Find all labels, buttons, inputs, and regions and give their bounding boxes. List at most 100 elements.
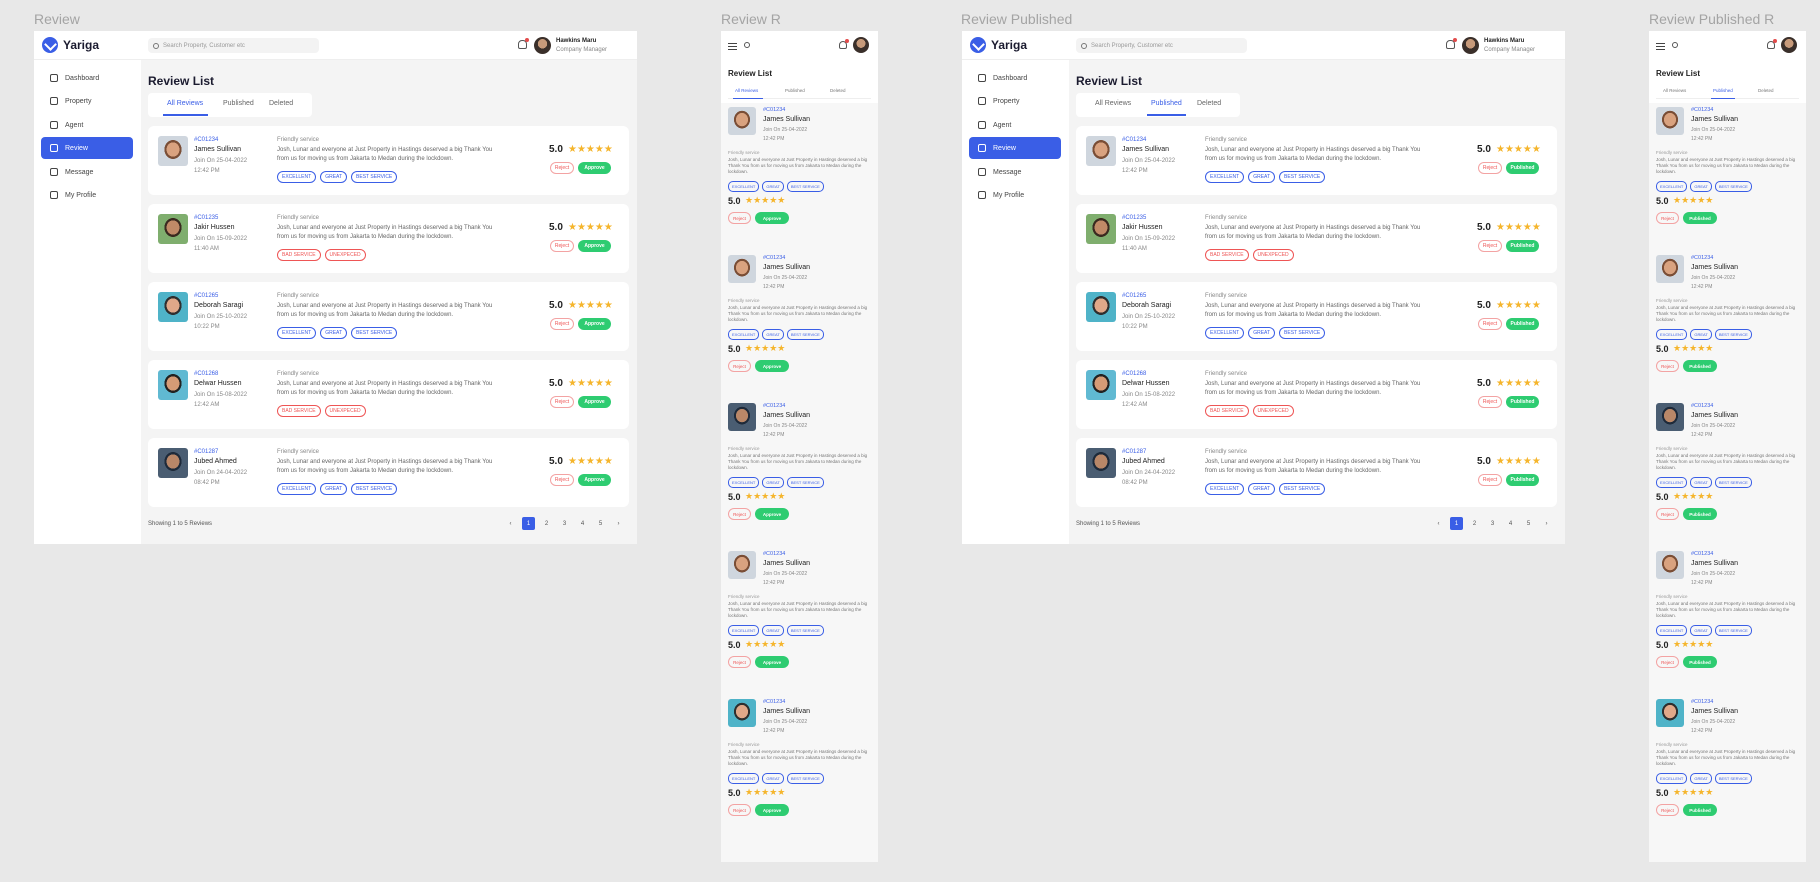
reject-button[interactable]: Reject (1478, 162, 1502, 174)
reject-button[interactable]: Reject (550, 474, 574, 486)
approve-button[interactable]: Approve (578, 162, 611, 174)
published-button[interactable]: Published (1683, 360, 1717, 372)
reject-button[interactable]: Reject (1656, 656, 1679, 668)
approve-button[interactable]: Approve (755, 360, 789, 372)
approve-button[interactable]: Approve (578, 474, 611, 486)
page-button[interactable]: 3 (558, 517, 571, 530)
avatar[interactable] (534, 37, 551, 54)
approve-button[interactable]: Approve (578, 396, 611, 408)
tab-all-reviews[interactable]: All Reviews (735, 88, 758, 93)
page-button[interactable]: 1 (522, 517, 535, 530)
reject-button[interactable]: Reject (1478, 240, 1502, 252)
search-input[interactable]: Search Property, Customer etc (1076, 38, 1247, 53)
tab-all-reviews[interactable]: All Reviews (1095, 100, 1131, 107)
sidebar-item-my-profile[interactable]: My Profile (969, 184, 1061, 206)
sidebar-item-property[interactable]: Property (969, 90, 1061, 112)
search-icon[interactable] (744, 42, 750, 48)
reject-button[interactable]: Reject (728, 360, 751, 372)
avatar[interactable] (1462, 37, 1479, 54)
page-button[interactable]: 3 (1486, 517, 1499, 530)
notification-bell-icon[interactable] (839, 39, 849, 49)
published-button[interactable]: Published (1683, 656, 1717, 668)
reject-button[interactable]: Reject (1656, 508, 1679, 520)
published-button[interactable]: Published (1506, 396, 1539, 408)
reject-button[interactable]: Reject (1656, 212, 1679, 224)
search-icon[interactable] (1672, 42, 1678, 48)
notification-bell-icon[interactable] (1446, 38, 1457, 49)
reject-button[interactable]: Reject (1478, 396, 1502, 408)
review-subject: Friendly service (277, 215, 320, 221)
sidebar-item-review[interactable]: Review (969, 137, 1061, 159)
reject-button[interactable]: Reject (550, 318, 574, 330)
reject-button[interactable]: Reject (728, 656, 751, 668)
reject-button[interactable]: Reject (728, 212, 751, 224)
sidebar-item-dashboard[interactable]: Dashboard (41, 67, 133, 89)
reject-button[interactable]: Reject (1656, 360, 1679, 372)
logo[interactable]: Yariga (970, 37, 1027, 53)
review-tags: EXCELLENT GREAT BEST SERVICE (1205, 483, 1326, 495)
page-button[interactable]: 1 (1450, 517, 1463, 530)
tab-published[interactable]: Published (1151, 100, 1182, 107)
tab-deleted[interactable]: Deleted (269, 100, 293, 107)
page-button[interactable]: 5 (594, 517, 607, 530)
sidebar-item-message[interactable]: Message (969, 161, 1061, 183)
tab-deleted[interactable]: Deleted (830, 88, 846, 93)
reject-button[interactable]: Reject (1478, 474, 1502, 486)
page-button[interactable]: 2 (1468, 517, 1481, 530)
review-subject: Friendly service (1205, 449, 1248, 455)
avatar[interactable] (1781, 37, 1797, 53)
reject-button[interactable]: Reject (728, 804, 751, 816)
menu-icon[interactable] (728, 43, 737, 50)
tab-deleted[interactable]: Deleted (1197, 100, 1221, 107)
approve-button[interactable]: Approve (578, 240, 611, 252)
notification-bell-icon[interactable] (518, 38, 529, 49)
menu-icon[interactable] (1656, 43, 1665, 50)
sidebar-item-agent[interactable]: Agent (41, 114, 133, 136)
join-time: 12:42 PM (763, 728, 785, 734)
avatar[interactable] (853, 37, 869, 53)
published-button[interactable]: Published (1506, 162, 1539, 174)
published-button[interactable]: Published (1683, 212, 1717, 224)
search-input[interactable]: Search Property, Customer etc (148, 38, 319, 53)
tab-deleted[interactable]: Deleted (1758, 88, 1774, 93)
page-button[interactable]: 4 (1504, 517, 1517, 530)
sidebar-item-dashboard[interactable]: Dashboard (969, 67, 1061, 89)
published-button[interactable]: Published (1506, 474, 1539, 486)
notification-bell-icon[interactable] (1767, 39, 1777, 49)
page-button[interactable]: 5 (1522, 517, 1535, 530)
prev-page-icon[interactable]: ‹ (1432, 517, 1445, 530)
published-button[interactable]: Published (1506, 240, 1539, 252)
tab-published[interactable]: Published (785, 88, 805, 93)
approve-button[interactable]: Approve (755, 212, 789, 224)
sidebar-item-agent[interactable]: Agent (969, 114, 1061, 136)
sidebar-item-review[interactable]: Review (41, 137, 133, 159)
prev-page-icon[interactable]: ‹ (504, 517, 517, 530)
logo[interactable]: Yariga (42, 37, 99, 53)
page-button[interactable]: 2 (540, 517, 553, 530)
sidebar-item-my-profile[interactable]: My Profile (41, 184, 133, 206)
tab-published[interactable]: Published (1713, 88, 1733, 93)
reject-button[interactable]: Reject (550, 240, 574, 252)
sidebar-item-property[interactable]: Property (41, 90, 133, 112)
reject-button[interactable]: Reject (1478, 318, 1502, 330)
reject-button[interactable]: Reject (550, 162, 574, 174)
tab-published[interactable]: Published (223, 100, 254, 107)
reject-button[interactable]: Reject (728, 508, 751, 520)
sidebar-item-message[interactable]: Message (41, 161, 133, 183)
page-button[interactable]: 4 (576, 517, 589, 530)
published-button[interactable]: Published (1506, 318, 1539, 330)
approve-button[interactable]: Approve (755, 508, 789, 520)
tab-all-reviews[interactable]: All Reviews (167, 100, 203, 107)
reject-button[interactable]: Reject (1656, 804, 1679, 816)
approve-button[interactable]: Approve (755, 656, 789, 668)
sidebar-item-label: My Profile (993, 191, 1025, 199)
next-page-icon[interactable]: › (612, 517, 625, 530)
tab-all-reviews[interactable]: All Reviews (1663, 88, 1686, 93)
reject-button[interactable]: Reject (550, 396, 574, 408)
review-tag: EXCELLENT (277, 171, 317, 183)
published-button[interactable]: Published (1683, 804, 1717, 816)
approve-button[interactable]: Approve (578, 318, 611, 330)
next-page-icon[interactable]: › (1540, 517, 1553, 530)
approve-button[interactable]: Approve (755, 804, 789, 816)
published-button[interactable]: Published (1683, 508, 1717, 520)
